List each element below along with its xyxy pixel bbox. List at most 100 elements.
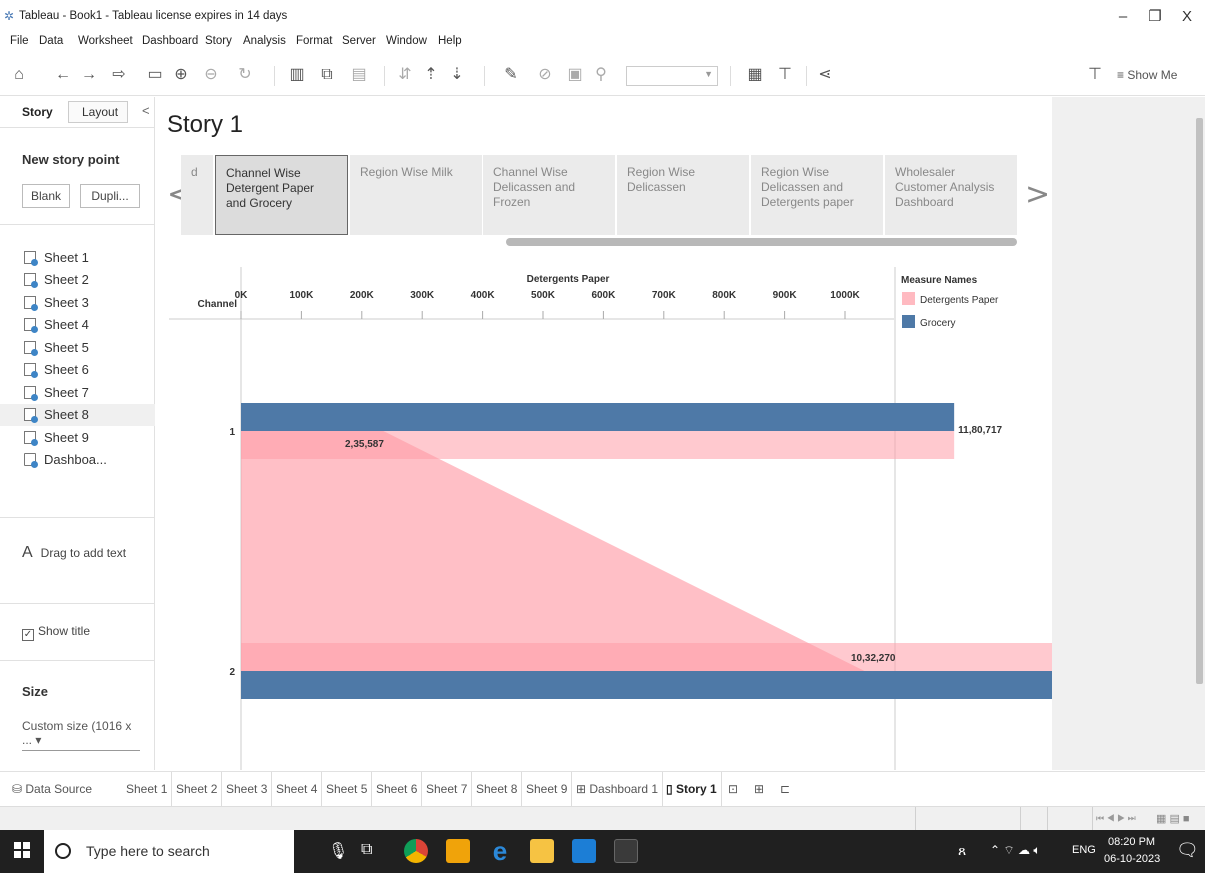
tab-sheet-6[interactable]: Sheet 6 [372, 772, 423, 806]
status-bar: ⏮ ◀ ▶ ⏭ ▦ ▤ ■ [0, 806, 1205, 831]
duplicate-button[interactable]: Dupli... [80, 184, 140, 208]
back-icon[interactable]: ← [52, 64, 74, 86]
blank-button[interactable]: Blank [22, 184, 70, 208]
sheet-item-4[interactable]: Sheet 4 [0, 314, 155, 336]
view-mode-icons[interactable]: ▦ ▤ ■ [1156, 812, 1190, 825]
windows-start-icon[interactable] [14, 842, 30, 858]
axis-title: Detergents Paper [527, 274, 610, 285]
sheet-nav-icons[interactable]: ⏮ ◀ ▶ ⏭ [1096, 813, 1136, 824]
close-button[interactable]: X [1172, 6, 1202, 28]
share-icon[interactable]: ⋖ [814, 64, 836, 86]
fit-dropdown[interactable]: ▼ [626, 66, 718, 86]
new-datasource-icon[interactable]: ⊕ [170, 64, 192, 86]
sheet-item-1[interactable]: Sheet 1 [0, 247, 155, 269]
microphone-icon[interactable]: 🎙︎ [328, 841, 348, 861]
new-story-point-heading: New story point [22, 152, 120, 167]
divider [0, 224, 155, 225]
presentation-icon[interactable]: ⊤ [774, 64, 796, 86]
labels-icon[interactable]: ▣ [564, 64, 586, 86]
worksheet-icon [24, 386, 38, 401]
group-icon[interactable]: ⊘ [530, 64, 560, 86]
file-explorer-icon[interactable] [530, 839, 554, 863]
tab-sheet-5[interactable]: Sheet 5 [322, 772, 373, 806]
show-cards-icon[interactable]: ▦ [740, 64, 770, 86]
menu-window[interactable]: Window [386, 35, 427, 47]
tab-layout-label[interactable]: Layout [82, 105, 118, 119]
divider [0, 660, 155, 661]
worksheet-icon [24, 341, 38, 356]
refresh-icon[interactable]: ↻ [230, 64, 260, 86]
menu-story[interactable]: Story [205, 35, 232, 47]
tab-dashboard-1[interactable]: ⊞ Dashboard 1 [572, 772, 664, 806]
menu-format[interactable]: Format [296, 35, 332, 47]
people-icon[interactable]: ጸ [958, 842, 966, 885]
redirect-icon[interactable]: ⇨ [104, 64, 134, 86]
paint-icon[interactable]: ⊤ [1084, 64, 1106, 86]
tab-sheet-8[interactable]: Sheet 8 [472, 772, 523, 806]
show-me-button[interactable]: ≡ Show Me [1117, 68, 1177, 82]
duplicate-sheet-icon[interactable]: ⧉ [316, 64, 338, 86]
menu-dashboard[interactable]: Dashboard [142, 35, 198, 47]
system-tray-icons[interactable]: ⌃ ⌔ ☁ 🔈︎ [990, 843, 1041, 886]
minimize-button[interactable]: – [1108, 6, 1138, 28]
sheet-item-2[interactable]: Sheet 2 [0, 269, 155, 291]
sheet-item-7[interactable]: Sheet 7 [0, 382, 155, 404]
new-story-tab-icon[interactable]: ⊏ [776, 772, 794, 806]
legend-swatch-grocery [902, 315, 915, 328]
sheet-item-6[interactable]: Sheet 6 [0, 359, 155, 381]
tab-sheet-2[interactable]: Sheet 2 [172, 772, 223, 806]
menu-analysis[interactable]: Analysis [243, 35, 286, 47]
sheet-item-9[interactable]: Sheet 9 [0, 427, 155, 449]
sort-asc-icon[interactable]: ⇡ [420, 64, 442, 86]
chrome-icon[interactable] [404, 839, 428, 863]
tableau-taskbar-icon[interactable] [614, 839, 638, 863]
worksheet-icon [24, 363, 38, 378]
menu-data[interactable]: Data [39, 35, 63, 47]
tab-sheet-3[interactable]: Sheet 3 [222, 772, 273, 806]
highlight-icon[interactable]: ✎ [496, 64, 526, 86]
tab-sheet-7[interactable]: Sheet 7 [422, 772, 473, 806]
size-dropdown[interactable]: Custom size (1016 x ... ▾ [22, 719, 140, 751]
menu-worksheet[interactable]: Worksheet [78, 35, 133, 47]
taskbar-search[interactable]: Type here to search [44, 830, 294, 873]
notification-icon[interactable]: 🗨︎ [1176, 840, 1199, 883]
drag-to-add-text[interactable]: A Drag to add text [22, 544, 126, 562]
tab-story[interactable]: Story [22, 105, 53, 119]
sheet-item-3[interactable]: Sheet 3 [0, 292, 155, 314]
show-title-checkbox[interactable]: ✓ Show title [22, 624, 90, 641]
forward-icon[interactable]: → [78, 64, 100, 86]
sheet-item-8[interactable]: Sheet 8 [0, 404, 155, 426]
language-indicator[interactable]: ENG [1072, 844, 1096, 887]
clock-date[interactable]: 06-10-2023 [1104, 853, 1160, 896]
new-worksheet-tab-icon[interactable]: ⊡ [724, 772, 742, 806]
menu-file[interactable]: File [10, 35, 29, 47]
menu-help[interactable]: Help [438, 35, 462, 47]
sheet-item-dashboard[interactable]: Dashboa... [0, 449, 155, 471]
tab-label: Dashboard 1 [589, 782, 659, 796]
sheet-item-5[interactable]: Sheet 5 [0, 337, 155, 359]
menu-server[interactable]: Server [342, 35, 376, 47]
sort-desc-icon[interactable]: ⇣ [446, 64, 468, 86]
tab-sheet-4[interactable]: Sheet 4 [272, 772, 323, 806]
mail-icon[interactable] [572, 839, 596, 863]
pin-icon[interactable]: ⚲ [590, 64, 612, 86]
save-icon[interactable]: ▭ [144, 64, 166, 86]
pause-updates-icon[interactable]: ⊖ [196, 64, 226, 86]
collapse-panel-icon[interactable]: < [142, 103, 150, 118]
task-view-icon[interactable]: ⧉ [361, 841, 372, 859]
store-icon[interactable] [446, 839, 470, 863]
swap-icon[interactable]: ⇵ [394, 64, 416, 86]
edge-icon[interactable]: e [488, 838, 512, 864]
x-tick-label: 600K [591, 290, 616, 301]
tab-data-source[interactable]: ⛁ Data Source [8, 772, 118, 806]
maximize-button[interactable]: ❐ [1140, 6, 1170, 28]
tab-sheet-1[interactable]: Sheet 1 [122, 772, 173, 806]
home-icon[interactable]: ⌂ [8, 64, 30, 86]
clear-sheet-icon[interactable]: ▤ [344, 64, 374, 86]
vertical-scrollbar-thumb[interactable] [1196, 118, 1203, 684]
new-worksheet-icon[interactable]: ▥ [282, 64, 312, 86]
new-dashboard-tab-icon[interactable]: ⊞ [750, 772, 768, 806]
tab-story-1[interactable]: ▯ Story 1 [662, 772, 722, 806]
tab-sheet-9[interactable]: Sheet 9 [522, 772, 573, 806]
title-bar: ✲ Tableau - Book1 - Tableau license expi… [0, 0, 1205, 32]
